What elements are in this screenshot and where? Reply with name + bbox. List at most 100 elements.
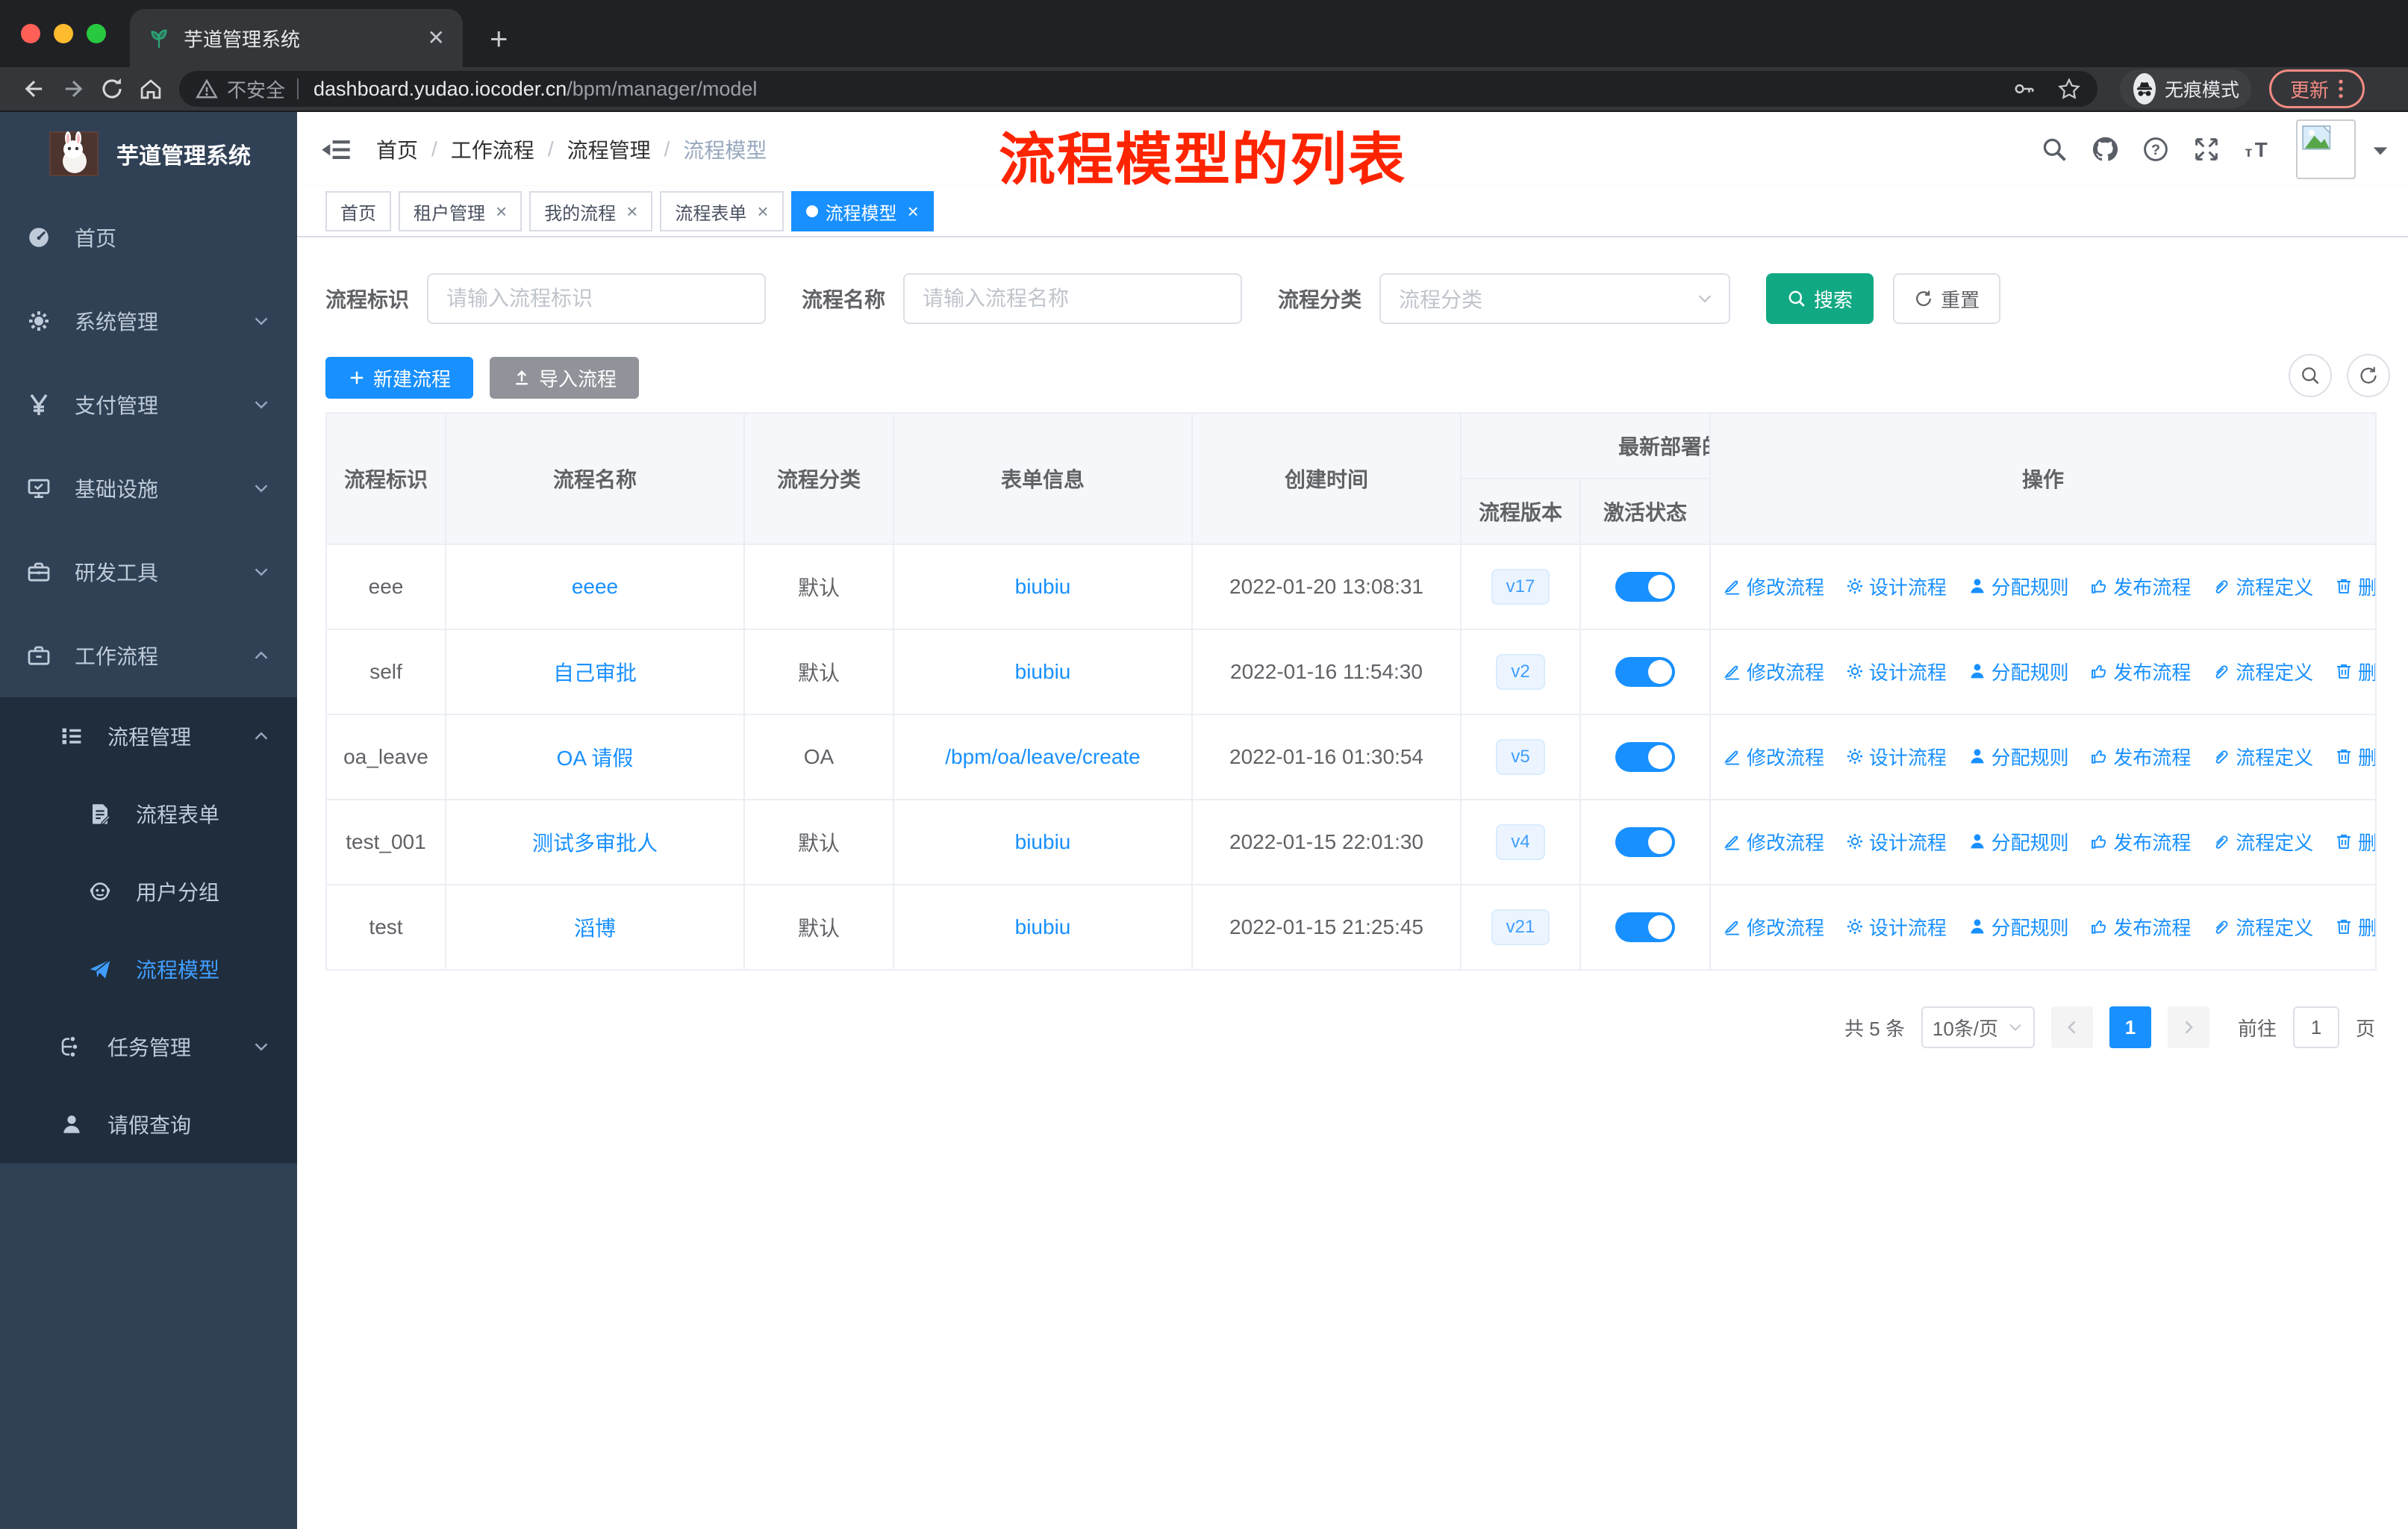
- tag-process-model[interactable]: 流程模型 ×: [790, 191, 934, 231]
- action-design-process[interactable]: 设计流程: [1845, 658, 1947, 685]
- form-info-link[interactable]: biubiu: [1015, 660, 1071, 683]
- url-text[interactable]: dashboard.yudao.iocoder.cn/bpm/manager/m…: [314, 78, 757, 101]
- zoom-window-button[interactable]: [87, 24, 106, 43]
- active-status-toggle[interactable]: [1615, 572, 1675, 602]
- action-design-process[interactable]: 设计流程: [1845, 828, 1947, 856]
- browser-tab[interactable]: 芋道管理系统 ✕: [130, 9, 463, 67]
- sidebar-item-system[interactable]: 系统管理: [0, 279, 297, 363]
- action-assign-rule[interactable]: 分配规则: [1968, 828, 2069, 856]
- version-badge[interactable]: v2: [1496, 654, 1545, 690]
- version-badge[interactable]: v5: [1496, 739, 1545, 775]
- help-icon[interactable]: ?: [2142, 135, 2169, 164]
- action-edit-process[interactable]: 修改流程: [1723, 658, 1824, 685]
- active-status-toggle[interactable]: [1615, 657, 1675, 687]
- action-delete[interactable]: 删除: [2334, 828, 2374, 856]
- action-design-process[interactable]: 设计流程: [1845, 573, 1947, 600]
- reload-icon[interactable]: [93, 76, 131, 102]
- action-process-definition[interactable]: 流程定义: [2212, 573, 2313, 600]
- process-id-input[interactable]: [427, 273, 767, 324]
- page-size-select[interactable]: 10条/页: [1921, 1006, 2035, 1048]
- action-publish-process[interactable]: 发布流程: [2089, 913, 2191, 941]
- forward-icon[interactable]: [54, 76, 93, 102]
- update-browser-button[interactable]: 更新: [2269, 69, 2365, 108]
- search-button[interactable]: 搜索: [1766, 273, 1874, 324]
- next-page-button[interactable]: [2167, 1006, 2209, 1048]
- active-status-toggle[interactable]: [1615, 827, 1675, 857]
- active-status-toggle[interactable]: [1615, 742, 1675, 772]
- action-process-definition[interactable]: 流程定义: [2212, 913, 2313, 941]
- breadcrumb-workflow[interactable]: 工作流程: [451, 134, 534, 164]
- process-name-input[interactable]: [903, 273, 1243, 324]
- action-assign-rule[interactable]: 分配规则: [1968, 658, 2069, 685]
- process-name-link[interactable]: 自己审批: [553, 661, 637, 685]
- not-secure-warning-icon[interactable]: [196, 78, 218, 100]
- form-info-link[interactable]: /bpm/oa/leave/create: [945, 745, 1141, 768]
- sidebar-item-leave-query[interactable]: 请假查询: [0, 1086, 297, 1163]
- action-publish-process[interactable]: 发布流程: [2089, 573, 2191, 600]
- home-icon[interactable]: [131, 76, 170, 102]
- action-edit-process[interactable]: 修改流程: [1723, 573, 1824, 600]
- process-name-link[interactable]: 滔博: [574, 917, 616, 940]
- action-design-process[interactable]: 设计流程: [1845, 743, 1947, 770]
- action-process-definition[interactable]: 流程定义: [2212, 743, 2313, 770]
- action-assign-rule[interactable]: 分配规则: [1968, 743, 2069, 770]
- sidebar-item-infrastructure[interactable]: 基础设施: [0, 446, 297, 530]
- action-publish-process[interactable]: 发布流程: [2089, 743, 2191, 770]
- new-tab-button[interactable]: +: [490, 21, 508, 57]
- close-icon[interactable]: ×: [908, 200, 919, 223]
- active-status-toggle[interactable]: [1615, 912, 1675, 942]
- breadcrumb-process-management[interactable]: 流程管理: [567, 134, 651, 164]
- action-delete[interactable]: 删除: [2334, 913, 2374, 941]
- github-icon[interactable]: [2092, 134, 2118, 164]
- version-badge[interactable]: v17: [1491, 569, 1550, 605]
- action-delete[interactable]: 删除: [2334, 658, 2374, 685]
- tab-close-icon[interactable]: ✕: [428, 28, 445, 49]
- sidebar-item-home[interactable]: 首页: [0, 196, 297, 279]
- import-process-button[interactable]: 导入流程: [490, 357, 640, 399]
- back-icon[interactable]: [15, 76, 54, 102]
- form-info-link[interactable]: biubiu: [1015, 575, 1071, 598]
- action-process-definition[interactable]: 流程定义: [2212, 828, 2313, 856]
- action-design-process[interactable]: 设计流程: [1845, 913, 1947, 941]
- action-delete[interactable]: 删除: [2334, 743, 2374, 770]
- header-search-icon[interactable]: [2041, 135, 2068, 164]
- sidebar-item-process-management[interactable]: 流程管理: [0, 697, 297, 775]
- action-publish-process[interactable]: 发布流程: [2089, 658, 2191, 685]
- action-assign-rule[interactable]: 分配规则: [1968, 913, 2069, 941]
- create-process-button[interactable]: 新建流程: [325, 357, 474, 399]
- action-delete[interactable]: 删除: [2334, 573, 2374, 600]
- toggle-search-button[interactable]: [2289, 354, 2332, 397]
- tag-my-process[interactable]: 我的流程 ×: [529, 191, 653, 231]
- tag-home[interactable]: 首页: [325, 191, 391, 231]
- action-publish-process[interactable]: 发布流程: [2089, 828, 2191, 856]
- sidebar-item-process-form[interactable]: 流程表单: [0, 775, 297, 853]
- goto-page-input[interactable]: [2292, 1006, 2339, 1048]
- action-assign-rule[interactable]: 分配规则: [1968, 573, 2069, 600]
- action-edit-process[interactable]: 修改流程: [1723, 828, 1824, 856]
- sidebar-item-task-management[interactable]: 任务管理: [0, 1008, 297, 1086]
- process-category-select[interactable]: 流程分类: [1379, 273, 1731, 324]
- action-process-definition[interactable]: 流程定义: [2212, 658, 2313, 685]
- action-edit-process[interactable]: 修改流程: [1723, 913, 1824, 941]
- close-icon[interactable]: ×: [757, 200, 768, 223]
- close-icon[interactable]: ×: [496, 200, 507, 223]
- sidebar-toggle-hamburger-icon[interactable]: [319, 133, 352, 166]
- close-icon[interactable]: ×: [626, 200, 637, 223]
- sidebar-item-process-model[interactable]: 流程模型: [0, 930, 297, 1008]
- caret-down-icon[interactable]: [2372, 145, 2389, 157]
- tag-process-form[interactable]: 流程表单 ×: [660, 191, 784, 231]
- process-name-link[interactable]: OA 请假: [557, 747, 634, 770]
- sidebar-item-workflow[interactable]: 工作流程: [0, 614, 297, 697]
- refresh-table-button[interactable]: [2347, 354, 2390, 397]
- sidebar-item-dev-tools[interactable]: 研发工具: [0, 530, 297, 614]
- form-info-link[interactable]: biubiu: [1015, 830, 1071, 853]
- form-info-link[interactable]: biubiu: [1015, 915, 1071, 938]
- prev-page-button[interactable]: [2050, 1006, 2093, 1048]
- close-window-button[interactable]: [21, 24, 40, 43]
- process-name-link[interactable]: 测试多审批人: [532, 832, 658, 855]
- password-key-icon[interactable]: [2012, 77, 2036, 101]
- sidebar-item-payment[interactable]: 支付管理: [0, 363, 297, 446]
- fullscreen-icon[interactable]: [2193, 135, 2220, 164]
- reset-button[interactable]: 重置: [1893, 273, 2001, 324]
- security-label[interactable]: 不安全: [227, 75, 285, 103]
